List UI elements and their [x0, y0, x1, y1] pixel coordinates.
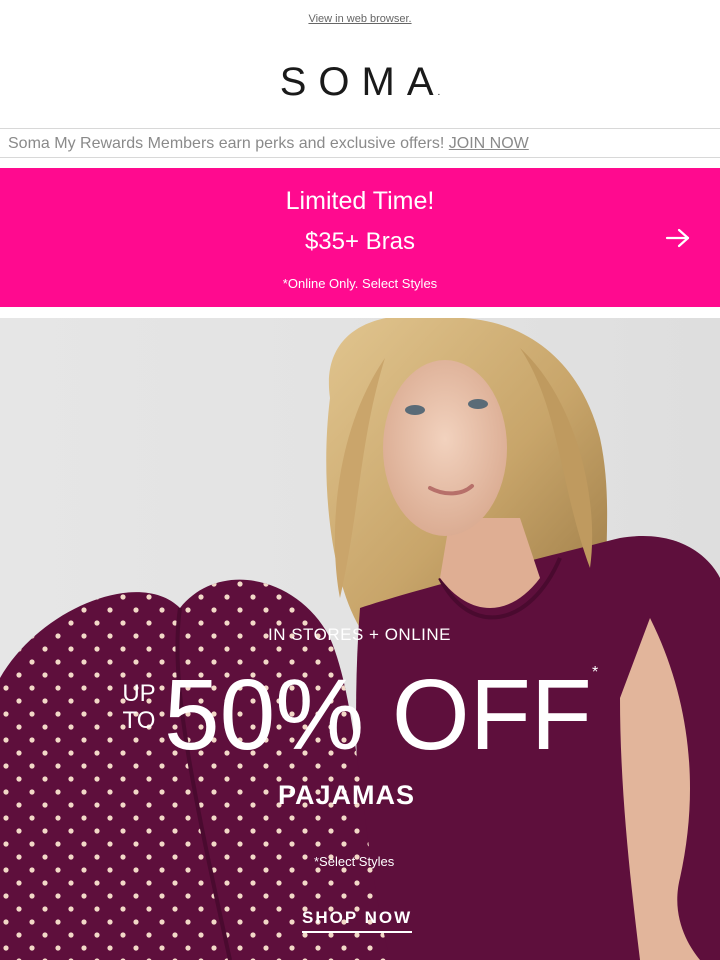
- hero-up-to: UP TO: [117, 680, 161, 734]
- hero-kicker: IN STORES + ONLINE: [268, 625, 451, 644]
- hero-up-to-line2: TO: [122, 707, 156, 734]
- webview-bar: View in web browser.: [0, 0, 720, 40]
- view-in-browser-link[interactable]: View in web browser.: [0, 13, 720, 25]
- brand-logo-text: SOMA: [279, 60, 446, 104]
- rewards-bar: Soma My Rewards Members earn perks and e…: [0, 128, 720, 158]
- brand-logo[interactable]: SOMA.: [0, 60, 720, 105]
- hero-banner[interactable]: IN STORES + ONLINE UP TO 50% OFF * PAJAM…: [0, 318, 720, 960]
- hero-fine-print: *Select Styles: [314, 854, 395, 869]
- arrow-right-icon[interactable]: [664, 226, 692, 250]
- hero-copy: IN STORES + ONLINE UP TO 50% OFF * PAJAM…: [0, 318, 720, 960]
- promo-subtitle: $35+ Bras: [304, 228, 416, 255]
- promo-title: Limited Time!: [285, 187, 435, 215]
- rewards-message: Soma My Rewards Members earn perks and e…: [8, 135, 529, 153]
- hero-up-to-line1: UP: [122, 680, 156, 707]
- hero-discount: 50% OFF: [164, 659, 592, 771]
- promo-banner[interactable]: Limited Time! $35+ Bras *Online Only. Se…: [0, 168, 720, 307]
- rewards-text: Soma My Rewards Members earn perks and e…: [8, 135, 445, 152]
- shop-now-button[interactable]: SHOP NOW: [302, 908, 413, 933]
- hero-asterisk: *: [592, 664, 599, 681]
- promo-fine-print: *Online Only. Select Styles: [282, 276, 438, 291]
- brand-logo-mark: .: [437, 87, 441, 98]
- join-now-link[interactable]: JOIN NOW: [449, 135, 529, 152]
- hero-category: PAJAMAS: [278, 780, 416, 810]
